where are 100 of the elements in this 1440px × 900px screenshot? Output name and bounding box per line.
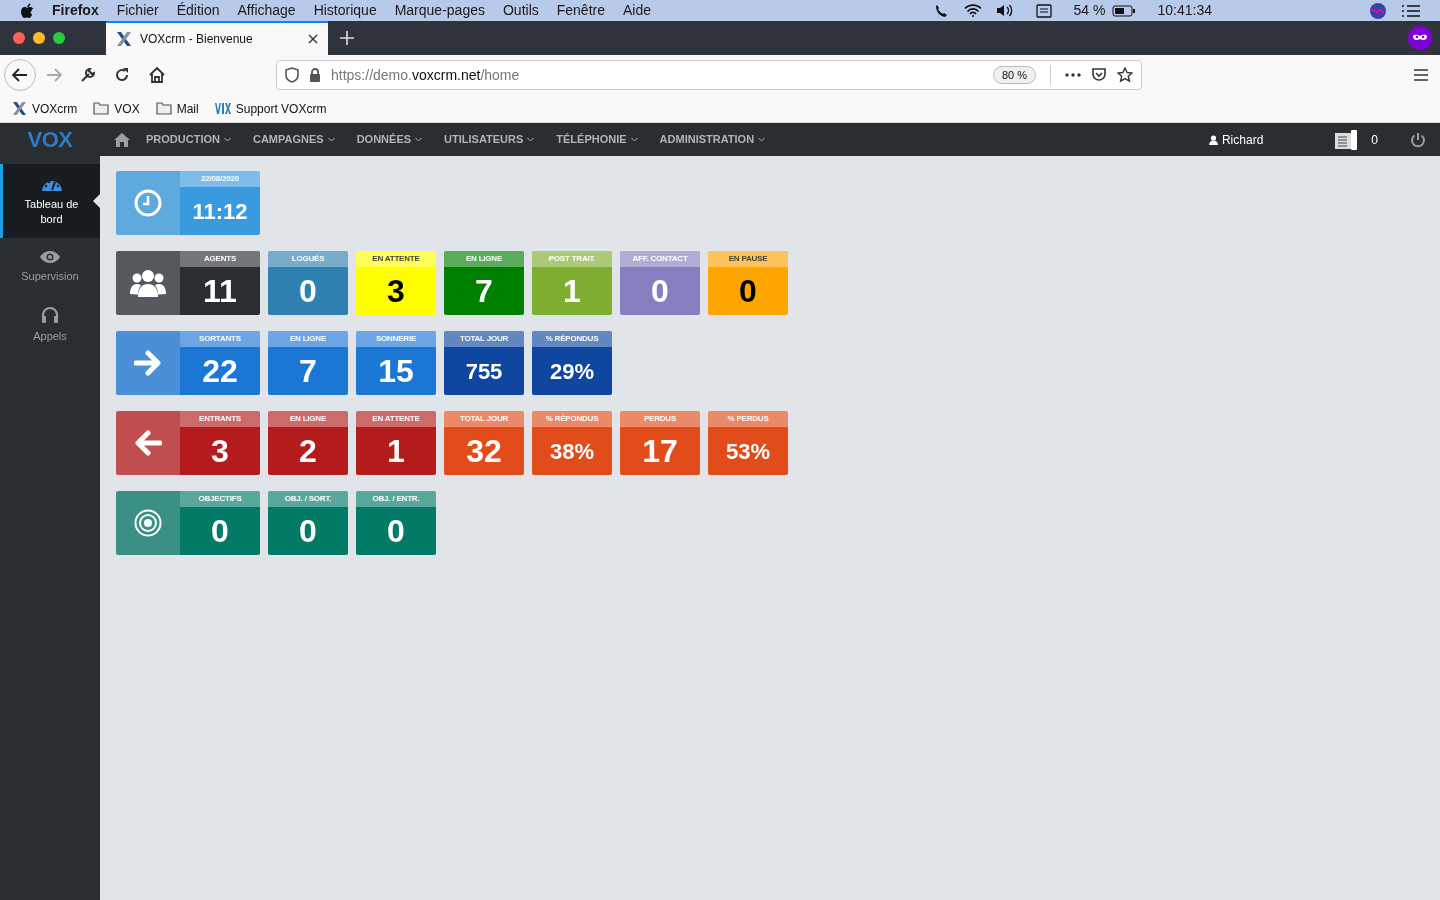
menu-item[interactable]: Marque-pages [394, 0, 485, 21]
x-logo-icon [12, 101, 27, 116]
tile-value: 755 [464, 357, 504, 386]
tile-label: EN LIGNE [444, 251, 524, 267]
menu-icon[interactable] [1414, 69, 1428, 81]
bookmark[interactable]: Support VOXcrm [214, 99, 327, 118]
caret-icon [327, 137, 335, 142]
nav-menu[interactable]: ADMINISTRATION [659, 131, 766, 148]
bookmark[interactable]: VOXcrm [12, 99, 78, 118]
right-arrow-icon [134, 350, 162, 376]
battery-icon[interactable] [1111, 4, 1136, 17]
headset-icon [40, 305, 60, 324]
list-icon[interactable] [1402, 4, 1420, 17]
close-icon[interactable] [308, 34, 318, 44]
menubar-clock[interactable]: 10:41:34 [1157, 0, 1212, 21]
address-bar[interactable]: https://demo.voxcrm.net/home 80 % [276, 60, 1142, 90]
private-mask-icon [1408, 26, 1432, 50]
tile-label: EN LIGNE [268, 411, 348, 427]
left-arrow-icon [134, 430, 162, 456]
tile-label: OBJ. / ENTR. [356, 491, 436, 507]
folder-icon [155, 102, 172, 115]
home-icon[interactable] [148, 67, 166, 83]
siri-icon[interactable] [1370, 2, 1386, 19]
tile-label: AGENTS [180, 251, 260, 267]
lock-icon [309, 68, 321, 82]
tile-value: 0 [298, 272, 318, 311]
tile-value: 32 [465, 432, 503, 471]
keyboard-icon[interactable] [1035, 3, 1052, 18]
bookmark[interactable]: Mail [155, 99, 199, 118]
menu-item[interactable]: Affichage [237, 0, 296, 21]
tile-value: 11:12 [191, 197, 249, 226]
clock-icon [134, 189, 162, 217]
more-icon[interactable] [1065, 73, 1081, 77]
tile-value: 3 [210, 432, 230, 471]
desk-phone-icon[interactable] [1335, 129, 1358, 150]
menu-item[interactable]: Fichier [116, 0, 159, 21]
star-icon[interactable] [1117, 67, 1133, 83]
tile-value: 7 [298, 352, 318, 391]
zoom-level[interactable]: 80 % [992, 65, 1036, 85]
tab-title: VOXcrm - Bienvenue [140, 31, 254, 48]
caret-icon [415, 137, 423, 142]
tile-label: TOTAL JOUR [444, 331, 524, 347]
close-window-button[interactable] [13, 32, 25, 44]
tile-value: 1 [386, 432, 406, 471]
menu-item[interactable]: Édition [176, 0, 220, 21]
sidebar-item[interactable]: Supervision [0, 238, 100, 296]
users-icon [130, 268, 166, 298]
volume-icon[interactable] [995, 4, 1014, 17]
tile-label: PERDUS [620, 411, 700, 427]
caret-icon [527, 137, 535, 142]
bookmark[interactable]: VOX [93, 99, 140, 118]
menu-item[interactable]: Fenêtre [556, 0, 605, 21]
caret-icon [758, 137, 766, 142]
tile-label: POST TRAIT. [532, 251, 612, 267]
sidebar-item[interactable]: Tableau de bord [0, 164, 100, 238]
minimize-window-button[interactable] [33, 32, 45, 44]
nav-menu[interactable]: DONNÉES [356, 131, 423, 148]
browser-tab[interactable]: VOXcrm - Bienvenue [106, 21, 328, 55]
nav-menu[interactable]: CAMPAGNES [252, 131, 335, 148]
tile-label: EN ATTENTE [356, 251, 436, 267]
shield-icon [285, 67, 299, 83]
apple-icon[interactable] [20, 2, 34, 19]
wifi-icon[interactable] [963, 4, 982, 17]
tile-label: EN ATTENTE [356, 411, 436, 427]
caret-icon [223, 137, 231, 142]
tile-value: 15 [377, 352, 415, 391]
app-menu[interactable]: Firefox [52, 0, 99, 21]
tile-label: % RÉPONDUS [532, 411, 612, 427]
nav-menu[interactable]: PRODUCTION [146, 131, 231, 148]
menu-item[interactable]: Historique [313, 0, 377, 21]
pocket-icon[interactable] [1091, 67, 1107, 83]
tile-label: SONNERIE [356, 331, 436, 347]
tile-label: OBJECTIFS [180, 491, 260, 507]
folder-icon [93, 102, 110, 115]
wrench-icon[interactable] [80, 67, 96, 83]
nav-menu[interactable]: TÉLÉPHONIE [556, 131, 638, 148]
tile-label: AFF. CONTACT [620, 251, 700, 267]
maximize-window-button[interactable] [53, 32, 65, 44]
tile-value: 22 [201, 352, 239, 391]
phone-icon[interactable] [933, 3, 950, 18]
vox-logo-icon [214, 101, 231, 116]
tile-value: 0 [386, 512, 406, 551]
eye-icon [39, 249, 61, 264]
power-icon[interactable] [1410, 131, 1426, 148]
menu-item[interactable]: Aide [623, 0, 652, 21]
tile-value: 53% [724, 437, 771, 466]
user-menu[interactable]: Richard [1208, 130, 1264, 149]
nav-menu[interactable]: UTILISATEURS [444, 131, 535, 148]
sidebar-item[interactable]: Appels [0, 296, 100, 354]
home-icon[interactable] [114, 132, 130, 147]
new-tab-icon[interactable] [340, 31, 354, 45]
active-pointer [93, 194, 100, 208]
tile-label: ENTRANTS [180, 411, 260, 427]
menu-item[interactable]: Outils [502, 0, 539, 21]
reload-icon[interactable] [114, 67, 130, 83]
tile-value: 0 [210, 512, 230, 551]
x-logo-icon [116, 31, 132, 47]
battery-percent: 54 % [1073, 1, 1106, 20]
tile-label: EN PAUSE [708, 251, 788, 267]
tile-value: 0 [298, 512, 318, 551]
